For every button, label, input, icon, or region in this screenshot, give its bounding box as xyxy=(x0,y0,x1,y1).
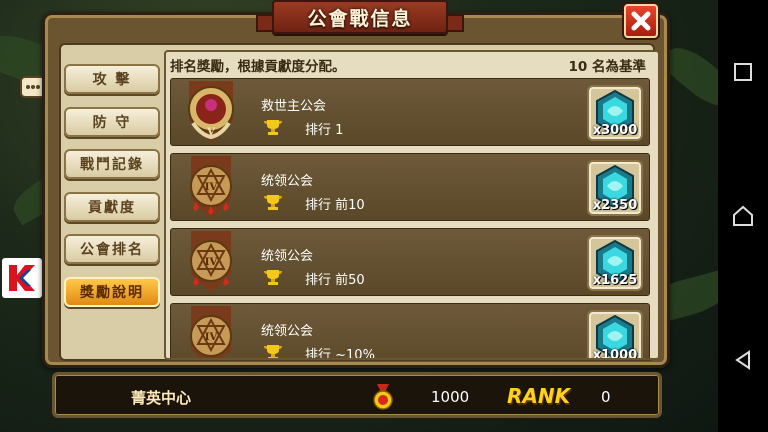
reward-crystal-button[interactable]: x2350 xyxy=(587,160,643,216)
contribution-medal-icon xyxy=(373,384,393,410)
reward-description: 排名獎勵，根據貢獻度分配。 xyxy=(170,59,346,75)
trophy-icon xyxy=(264,120,282,135)
rank-requirement: 排行 1 xyxy=(305,123,344,138)
player-status-bar: 菁英中心 1000 RANK 0 xyxy=(52,372,662,418)
tab-label: 公會排名 xyxy=(80,242,144,258)
svg-text:V: V xyxy=(206,127,215,138)
rank-requirement: 排行 前10 xyxy=(305,198,365,213)
reward-crystal-button[interactable]: x1000 xyxy=(587,310,643,360)
trophy-icon xyxy=(264,270,282,285)
reward-row: V 救世主公会 排行 1 x3000 xyxy=(170,78,650,146)
tab-attack[interactable]: 攻 擊 xyxy=(64,64,160,94)
close-button[interactable] xyxy=(624,4,658,38)
tab-label: 戰鬥記錄 xyxy=(80,157,144,173)
k-logo-icon xyxy=(9,265,35,291)
system-nav-bar xyxy=(718,0,768,432)
guild-name: 救世主公会 xyxy=(261,99,327,114)
tab-contribution[interactable]: 貢獻度 xyxy=(64,191,160,222)
svg-text:IV: IV xyxy=(205,332,218,343)
panel-header: 排名獎勵，根據貢獻度分配。 10 名為基準 xyxy=(166,52,658,78)
chat-dots-icon xyxy=(26,85,40,89)
reward-count: x3000 xyxy=(592,123,638,138)
bronze-medal-icon: IV xyxy=(190,231,232,293)
trophy-icon xyxy=(264,345,282,358)
back-button[interactable] xyxy=(728,345,758,375)
tab-label: 貢獻度 xyxy=(88,199,136,216)
svg-text:IV: IV xyxy=(205,257,218,268)
svg-text:IV: IV xyxy=(205,182,218,193)
home-icon xyxy=(733,205,753,226)
bronze-medal-icon: IV xyxy=(190,306,232,358)
rank-requirement: 排行 ~10% xyxy=(305,348,375,360)
bronze-medal-icon: IV xyxy=(190,156,232,218)
reward-row: IV 统领公会 排行 ~10% x1000 xyxy=(170,303,650,360)
tab-defense[interactable]: 防 守 xyxy=(64,106,160,137)
recents-icon xyxy=(734,63,752,81)
reward-panel: 排名獎勵，根據貢獻度分配。 10 名為基準 V 救世主公会 排行 1 x3000 xyxy=(164,50,660,360)
trophy-icon xyxy=(264,195,282,210)
dialog-title: 公會戰信息 xyxy=(307,7,413,30)
reward-count: x2350 xyxy=(592,198,638,213)
back-icon xyxy=(735,350,750,370)
reward-row: IV 统领公会 排行 前50 x1625 xyxy=(170,228,650,296)
tab-label: 獎勵說明 xyxy=(80,284,144,301)
tab-list: 攻 擊 防 守 戰鬥記錄 貢獻度 公會排名 獎勵說明 xyxy=(64,64,164,319)
guild-name: 统领公会 xyxy=(261,174,314,189)
tab-reward-info[interactable]: 獎勵說明 xyxy=(64,276,160,307)
reward-row: IV 统领公会 排行 前10 x2350 xyxy=(170,153,650,221)
reward-crystal-button[interactable]: x1625 xyxy=(587,235,643,291)
home-button[interactable] xyxy=(728,201,758,231)
player-guild-name: 菁英中心 xyxy=(131,389,192,407)
contribution-score: 1000 xyxy=(431,388,470,406)
tab-label: 防 守 xyxy=(92,114,132,131)
rank-label: RANK xyxy=(507,384,571,408)
rank-value: 0 xyxy=(601,388,611,406)
reward-count: x1000 xyxy=(592,348,638,360)
guild-name: 统领公会 xyxy=(261,249,314,264)
gold-medal-icon: V xyxy=(188,81,234,143)
guild-name: 统领公会 xyxy=(261,324,314,339)
reward-count: x1625 xyxy=(592,273,638,288)
rank-requirement: 排行 前50 xyxy=(305,273,365,288)
tab-battle-log[interactable]: 戰鬥記錄 xyxy=(64,149,160,179)
title-banner: 公會戰信息 xyxy=(272,0,448,34)
reward-crystal-button[interactable]: x3000 xyxy=(587,85,643,141)
recents-button[interactable] xyxy=(728,57,758,87)
close-icon xyxy=(631,11,651,31)
tab-label: 攻 擊 xyxy=(92,72,132,88)
app-logo xyxy=(2,258,42,298)
tab-guild-ranking[interactable]: 公會排名 xyxy=(64,234,160,264)
ranking-basis: 10 名為基準 xyxy=(568,59,647,75)
